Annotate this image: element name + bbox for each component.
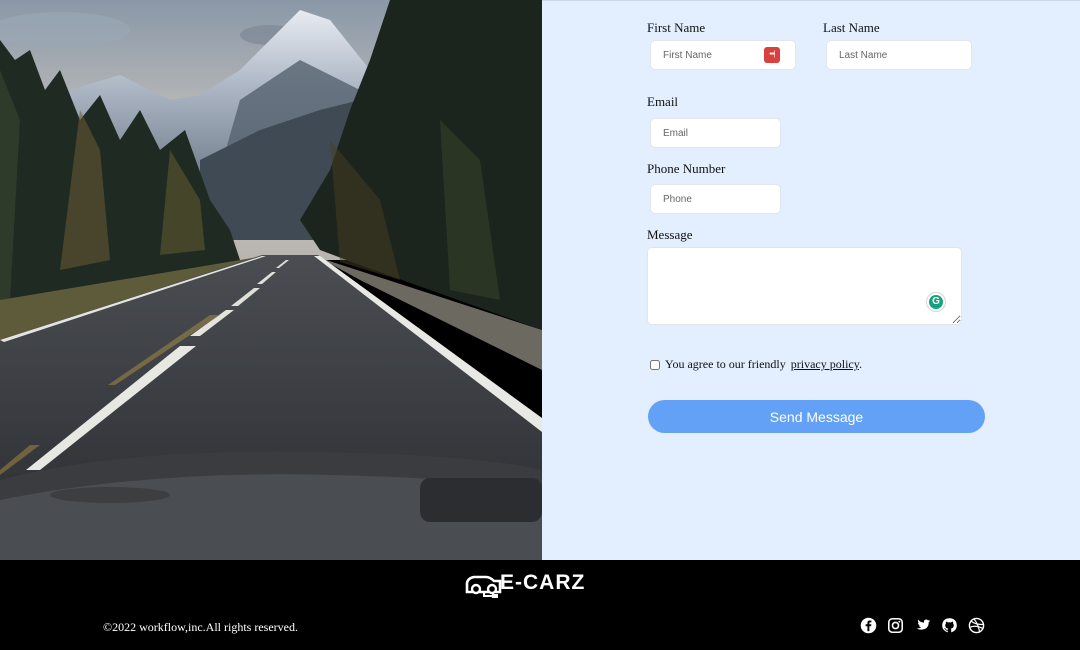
brand-name: E-CARZ: [500, 571, 586, 594]
footer: E-CARZ ©2022 workflow,inc.All rights res…: [0, 560, 1080, 650]
grammarly-icon[interactable]: G: [926, 292, 946, 312]
phone-label: Phone Number: [647, 161, 726, 176]
agree-text: You agree to our friendly: [665, 357, 786, 371]
instagram-icon[interactable]: [887, 617, 904, 634]
email-label: Email: [647, 94, 679, 109]
privacy-agreement: You agree to our friendly privacy policy…: [650, 357, 862, 372]
send-message-button[interactable]: Send Message: [648, 400, 985, 433]
contact-form: First Name •••| Last Name Email Phone Nu…: [542, 0, 1080, 560]
facebook-icon[interactable]: [860, 617, 877, 634]
social-links: [860, 617, 985, 634]
dribbble-icon[interactable]: [968, 617, 985, 634]
copyright-text: ©2022 workflow,inc.All rights reserved.: [103, 620, 298, 634]
password-manager-icon[interactable]: •••|: [764, 47, 780, 63]
last-name-label: Last Name: [823, 20, 880, 35]
message-textarea[interactable]: [647, 247, 962, 325]
hero-road-photo: [0, 0, 542, 560]
brand-logo[interactable]: E-CARZ: [464, 568, 585, 598]
car-plug-icon: [465, 575, 502, 598]
privacy-policy-link[interactable]: privacy policy: [791, 357, 859, 371]
phone-input[interactable]: [650, 184, 781, 214]
github-icon[interactable]: [941, 617, 958, 634]
agree-suffix: .: [858, 357, 862, 371]
email-input[interactable]: [650, 118, 781, 148]
agree-checkbox[interactable]: [650, 359, 660, 370]
first-name-label: First Name: [647, 20, 706, 35]
twitter-icon[interactable]: [914, 617, 931, 634]
message-label: Message: [647, 227, 693, 242]
last-name-input[interactable]: [826, 40, 972, 70]
